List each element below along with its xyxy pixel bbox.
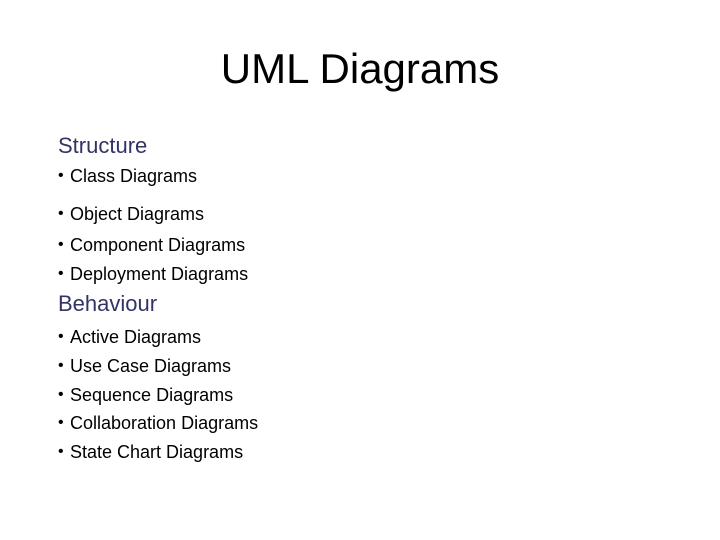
bullet-icon: •: [58, 265, 64, 282]
list-item: Deployment Diagrams: [70, 264, 249, 284]
bullet-icon: •: [58, 236, 64, 253]
list-item: Collaboration Diagrams: [70, 413, 259, 433]
bullet-icon: •: [58, 386, 64, 403]
bullet-icon: •: [58, 205, 64, 222]
bullet-icon: •: [58, 443, 64, 460]
section-heading-behaviour: Behaviour: [58, 291, 158, 316]
list-item: Class Diagrams: [70, 166, 198, 186]
bullet-icon: •: [58, 167, 64, 184]
list-item: State Chart Diagrams: [70, 442, 244, 462]
list-item: Sequence Diagrams: [70, 385, 234, 405]
slide-title: UML Diagrams: [220, 45, 500, 92]
list-item: Active Diagrams: [70, 327, 202, 347]
bullet-icon: •: [58, 414, 64, 431]
list-item: Component Diagrams: [70, 235, 246, 255]
list-item: Use Case Diagrams: [70, 356, 232, 376]
section-heading-structure: Structure: [58, 133, 148, 158]
bullet-icon: •: [58, 357, 64, 374]
list-item: Object Diagrams: [70, 204, 205, 224]
bullet-icon: •: [58, 328, 64, 345]
